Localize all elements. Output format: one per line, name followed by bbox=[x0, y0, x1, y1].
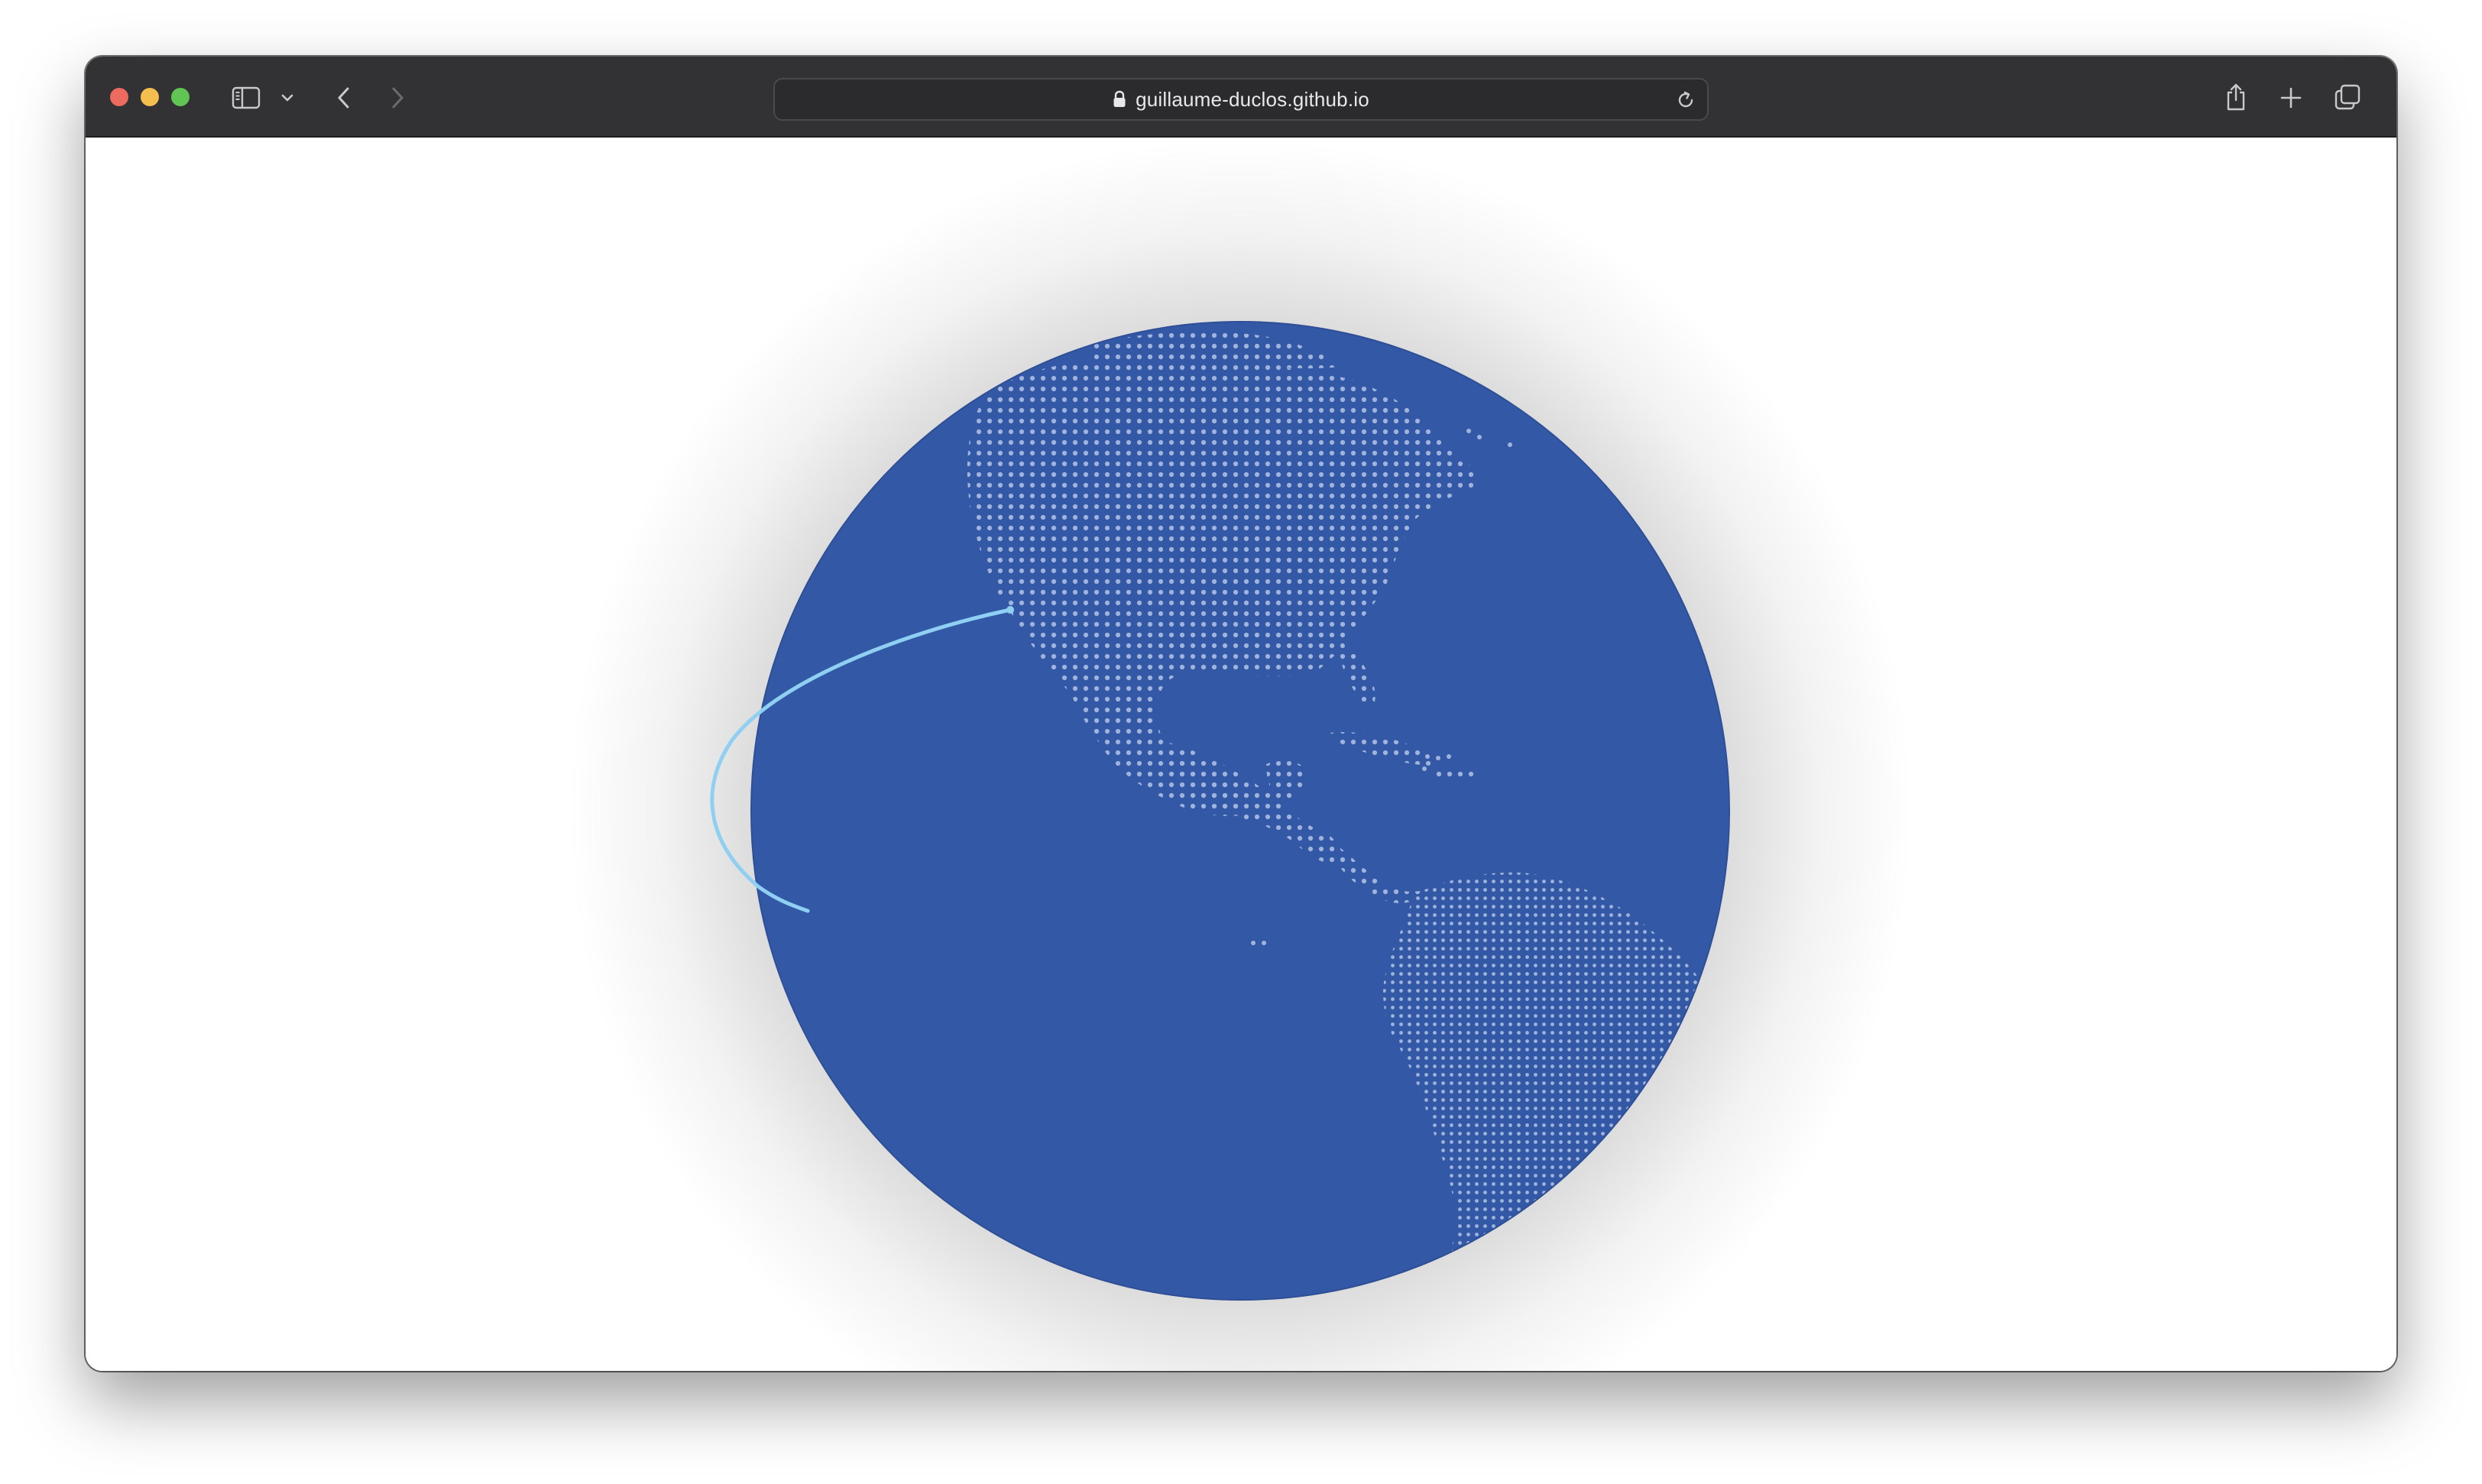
reload-button[interactable] bbox=[1675, 89, 1696, 115]
arc-endpoint-marker bbox=[1006, 606, 1014, 614]
chevron-down-icon bbox=[280, 93, 294, 102]
forward-arrow-icon bbox=[390, 86, 405, 109]
minimize-window-button[interactable] bbox=[141, 88, 159, 106]
sidebar-menu-button[interactable] bbox=[278, 89, 296, 107]
new-tab-button[interactable] bbox=[2276, 83, 2306, 113]
url-text: guillaume-duclos.github.io bbox=[1136, 87, 1369, 111]
close-window-button[interactable] bbox=[110, 88, 128, 106]
sidebar-icon bbox=[232, 86, 261, 109]
back-arrow-icon bbox=[336, 86, 352, 109]
address-bar[interactable]: guillaume-duclos.github.io bbox=[773, 78, 1709, 121]
share-icon bbox=[2224, 83, 2247, 112]
sidebar-toggle-button[interactable] bbox=[231, 83, 261, 113]
tab-overview-icon bbox=[2334, 83, 2361, 111]
lock-icon bbox=[1113, 90, 1126, 109]
forward-button[interactable] bbox=[382, 81, 413, 115]
zoom-window-button[interactable] bbox=[171, 88, 190, 106]
page-content bbox=[86, 138, 2396, 1371]
share-button[interactable] bbox=[2221, 79, 2251, 115]
tab-overview-button[interactable] bbox=[2331, 81, 2364, 113]
back-button[interactable] bbox=[329, 81, 359, 115]
browser-window: guillaume-duclos.github.io bbox=[86, 57, 2396, 1371]
globe-scene[interactable] bbox=[86, 138, 2396, 1371]
url-display: guillaume-duclos.github.io bbox=[775, 79, 1707, 119]
new-tab-icon bbox=[2279, 86, 2302, 109]
browser-toolbar: guillaume-duclos.github.io bbox=[86, 57, 2396, 138]
reload-icon bbox=[1675, 91, 1696, 114]
